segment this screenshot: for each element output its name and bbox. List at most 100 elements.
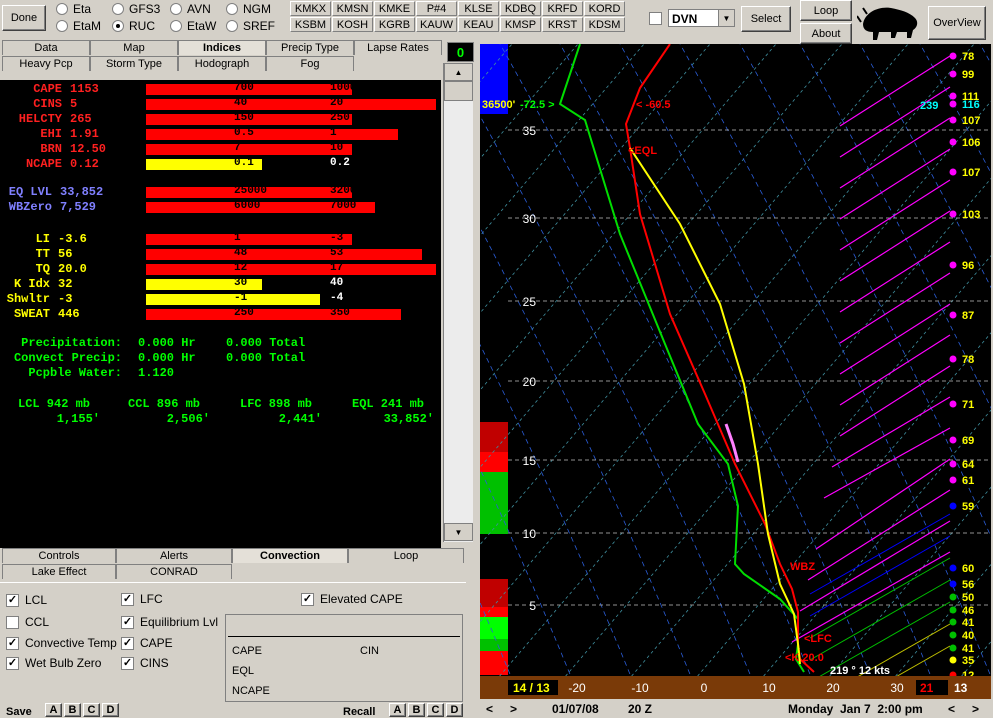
speed-dot (949, 100, 957, 108)
station-button-kmsn[interactable]: KMSN (332, 1, 373, 16)
station-checkbox[interactable] (649, 12, 662, 25)
check-label: CCL (25, 615, 50, 629)
model-radio-eta[interactable]: Eta (56, 2, 91, 16)
radio-dot[interactable] (112, 3, 124, 15)
precip-label: Pcpble Water: (28, 366, 122, 380)
scroll-down-button[interactable]: ▼ (444, 523, 473, 541)
station-button-keau[interactable]: KEAU (458, 17, 499, 32)
model-radio-ngm[interactable]: NGM (226, 2, 271, 16)
radio-dot[interactable] (170, 20, 182, 32)
done-button[interactable]: Done (2, 5, 46, 31)
recall-slot-c[interactable]: C (427, 703, 444, 717)
radio-dot[interactable] (56, 3, 68, 15)
check-cins[interactable]: ✓ CINS (121, 656, 169, 670)
check-equilibrium-lvl[interactable]: ✓ Equilibrium Lvl (121, 615, 218, 629)
save-slot-d[interactable]: D (102, 703, 119, 717)
tab-loop[interactable]: Loop (348, 548, 464, 563)
loop-button[interactable]: Loop (800, 0, 852, 21)
checkbox[interactable]: ✓ (6, 593, 19, 607)
tab-lapse-rates[interactable]: Lapse Rates (354, 40, 442, 55)
overview-button[interactable]: OverView (928, 6, 986, 40)
radio-dot[interactable] (226, 3, 238, 15)
next2-arrow-icon[interactable]: > (972, 702, 979, 716)
station-button-kdbq[interactable]: KDBQ (500, 1, 541, 16)
check-lcl[interactable]: ✓ LCL (6, 593, 47, 607)
tab-map[interactable]: Map (90, 40, 178, 55)
station-button-pn4[interactable]: P#4 (416, 1, 457, 16)
checkbox[interactable] (6, 615, 19, 629)
chevron-down-icon[interactable]: ▼ (718, 10, 734, 26)
station-button-kord[interactable]: KORD (584, 1, 625, 16)
tab-indices[interactable]: Indices (178, 40, 266, 55)
tab-controls[interactable]: Controls (2, 548, 116, 563)
model-radio-gfs3[interactable]: GFS3 (112, 2, 160, 16)
recall-slot-d[interactable]: D (446, 703, 463, 717)
threshold-low: 150 (234, 112, 254, 124)
station-button-krst[interactable]: KRST (542, 17, 583, 32)
tab-data[interactable]: Data (2, 40, 90, 55)
tab-lake-effect[interactable]: Lake Effect (2, 564, 116, 579)
check-lfc[interactable]: ✓ LFC (121, 592, 163, 606)
radio-dot[interactable] (56, 20, 68, 32)
radio-dot[interactable] (226, 20, 238, 32)
select-button[interactable]: Select (741, 6, 791, 32)
station-button-kgrb[interactable]: KGRB (374, 17, 415, 32)
save-slot-b[interactable]: B (64, 703, 81, 717)
level-height: 1,155' (56, 412, 100, 426)
check-elevated-cape[interactable]: ✓ Elevated CAPE (301, 592, 403, 606)
tab-alerts[interactable]: Alerts (116, 548, 232, 563)
about-button[interactable]: About (800, 23, 852, 44)
prev-arrow-icon[interactable]: < (486, 702, 493, 716)
save-slot-c[interactable]: C (83, 703, 100, 717)
checkbox[interactable]: ✓ (121, 656, 134, 670)
checkbox[interactable]: ✓ (6, 636, 19, 650)
check-label: Convective Temp (25, 636, 117, 650)
scroll-up-button[interactable]: ▲ (444, 63, 473, 81)
station-button-kmkx[interactable]: KMKX (290, 1, 331, 16)
station-button-kauw[interactable]: KAUW (416, 17, 457, 32)
station-button-krfd[interactable]: KRFD (542, 1, 583, 16)
model-radio-etaw[interactable]: EtaW (170, 19, 216, 33)
check-cape[interactable]: ✓ CAPE (121, 636, 173, 650)
tab-storm-type[interactable]: Storm Type (90, 56, 178, 71)
model-radio-etam[interactable]: EtaM (56, 19, 101, 33)
checkbox[interactable]: ✓ (6, 656, 19, 670)
model-radio-ruc[interactable]: RUC (112, 19, 155, 33)
station-button-kosh[interactable]: KOSH (332, 17, 373, 32)
check-convective-temp[interactable]: ✓ Convective Temp (6, 636, 117, 650)
checkbox[interactable]: ✓ (121, 592, 134, 606)
prev2-arrow-icon[interactable]: < (948, 702, 955, 716)
check-ccl[interactable]: CCL (6, 615, 49, 629)
tab-fog[interactable]: Fog (266, 56, 354, 71)
station-button-kdsm[interactable]: KDSM (584, 17, 625, 32)
save-slot-a[interactable]: A (45, 703, 62, 717)
station-button-ksbm[interactable]: KSBM (290, 17, 331, 32)
scrollbar[interactable]: ▲ ▼ (443, 63, 473, 542)
tab-hodograph[interactable]: Hodograph (178, 56, 266, 71)
wind-barb-line (809, 557, 951, 639)
checkbox[interactable]: ✓ (121, 615, 134, 629)
station-button-kmke[interactable]: KMKE (374, 1, 415, 16)
tab-convection[interactable]: Convection (232, 548, 348, 563)
tab-conrad[interactable]: CONRAD (116, 564, 232, 579)
model-radio-sref[interactable]: SREF (226, 19, 275, 33)
recall-slot-a[interactable]: A (389, 703, 406, 717)
station-button-kmsp[interactable]: KMSP (500, 17, 541, 32)
check-wet-bulb-zero[interactable]: ✓ Wet Bulb Zero (6, 656, 101, 670)
speed-dot (949, 436, 957, 444)
tab-precip-type[interactable]: Precip Type (266, 40, 354, 55)
radio-dot[interactable] (170, 3, 182, 15)
next-arrow-icon[interactable]: > (510, 702, 517, 716)
speed-dot (949, 460, 957, 468)
scroll-thumb[interactable] (444, 81, 473, 101)
radio-dot[interactable] (112, 20, 124, 32)
recall-slot-b[interactable]: B (408, 703, 425, 717)
checkbox[interactable]: ✓ (121, 636, 134, 650)
model-radio-label: EtaM (73, 19, 102, 33)
tab-heavy-pcp[interactable]: Heavy Pcp (2, 56, 90, 71)
model-radio-avn[interactable]: AVN (170, 2, 211, 16)
station-select[interactable]: DVN ▼ (668, 9, 735, 27)
checkbox[interactable]: ✓ (301, 592, 314, 606)
station-button-klse[interactable]: KLSE (458, 1, 499, 16)
speed-dot (949, 116, 957, 124)
